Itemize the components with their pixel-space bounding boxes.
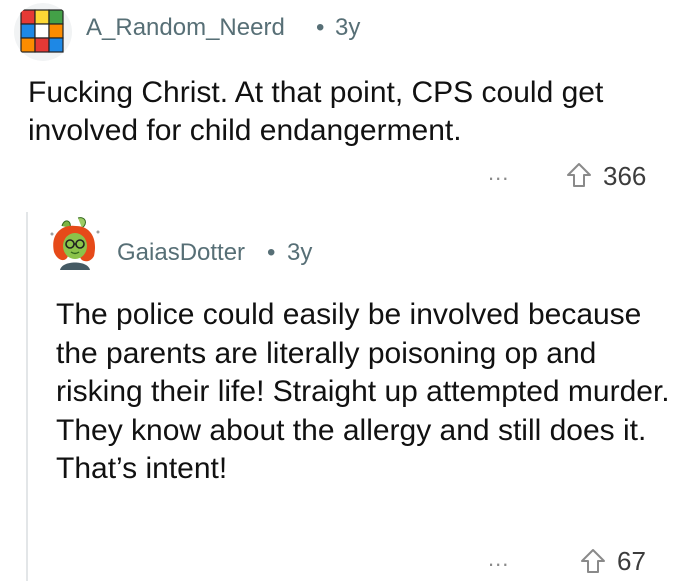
comment-age: 3y: [335, 14, 361, 41]
comment-body: The police could easily be involved beca…: [56, 298, 670, 485]
upvote-button[interactable]: [566, 162, 592, 188]
comment-age: 3y: [287, 239, 313, 266]
user-avatar[interactable]: [13, 3, 73, 61]
red-haired-girl-avatar-icon: [44, 212, 106, 274]
user-avatar[interactable]: [44, 212, 106, 274]
rubiks-cube-avatar-icon: [14, 3, 72, 61]
comment-body: Fucking Christ. At that point, CPS could…: [28, 76, 604, 147]
meta-separator: •: [267, 239, 276, 266]
more-options-button[interactable]: ...: [488, 546, 509, 572]
comment-username[interactable]: GaiasDotter: [117, 239, 245, 267]
upvote-arrow-icon: [581, 549, 605, 573]
vote-score: 366: [603, 161, 647, 191]
thread-line[interactable]: [26, 212, 28, 581]
meta-separator: •: [316, 14, 325, 41]
upvote-arrow-icon: [567, 163, 591, 187]
vote-score: 67: [617, 546, 646, 576]
comment-username[interactable]: A_Random_Neerd: [86, 14, 285, 42]
upvote-button[interactable]: [580, 548, 606, 574]
more-options-button[interactable]: ...: [488, 160, 509, 186]
